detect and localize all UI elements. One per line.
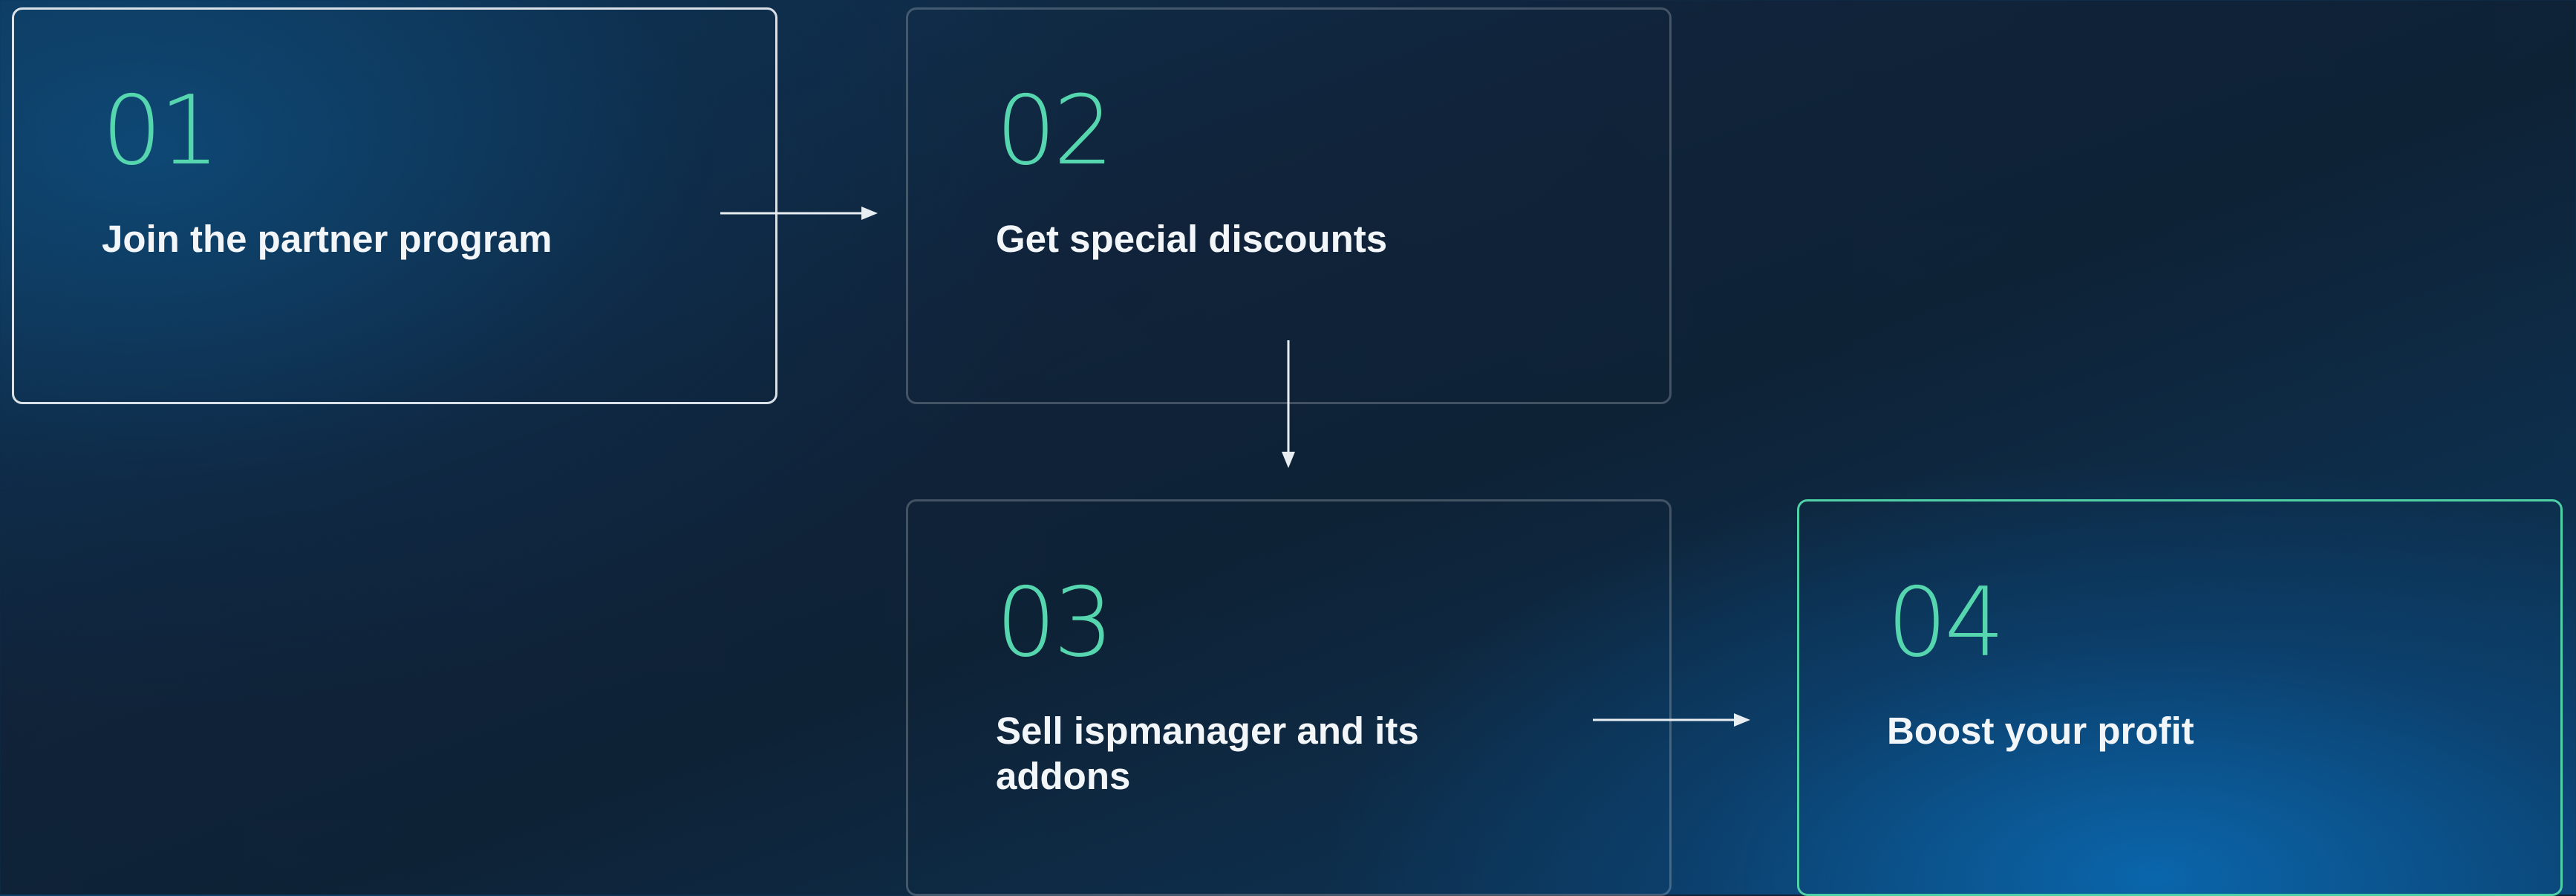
- step-number: 03: [996, 568, 1114, 678]
- step-label: Sell ispmanager and its addons: [996, 710, 1419, 797]
- step-card-4: 04 Boost your profit: [1797, 499, 2563, 896]
- step-number: 02: [996, 76, 1114, 186]
- step-card-1: 01 Join the partner program: [12, 7, 777, 404]
- step-number: 04: [1887, 568, 2005, 678]
- arrow-down-icon: [1282, 340, 1295, 468]
- step-label: Boost your profit: [1887, 710, 2194, 752]
- step-label: Join the partner program: [102, 218, 552, 260]
- step-label: Get special discounts: [996, 218, 1388, 260]
- arrow-right-icon: [720, 207, 878, 220]
- step-number: 01: [102, 76, 220, 186]
- arrow-right-icon: [1593, 713, 1750, 727]
- step-card-3: 03 Sell ispmanager and its addons: [906, 499, 1672, 896]
